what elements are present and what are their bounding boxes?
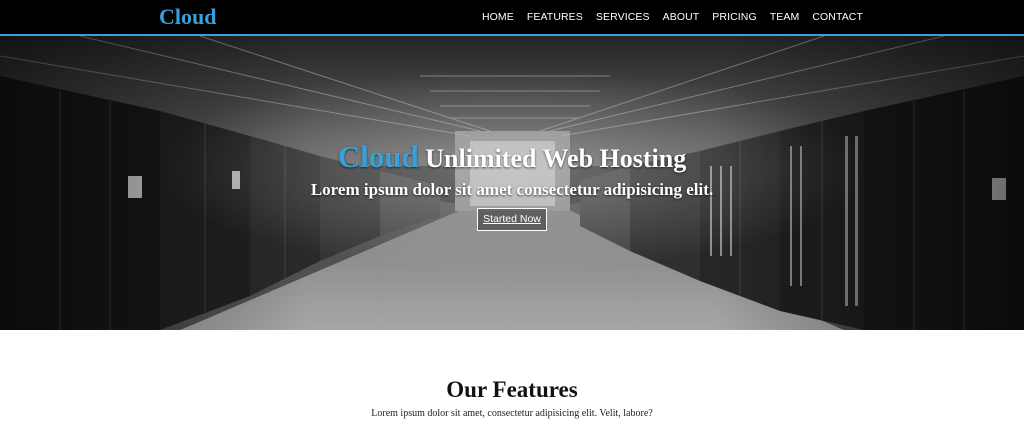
features-section: Our Features Lorem ipsum dolor sit amet,…: [0, 330, 1024, 425]
nav-link-services[interactable]: SERVICES: [596, 10, 650, 24]
nav-link-features[interactable]: FEATURES: [527, 10, 583, 24]
hero-title-rest: Unlimited Web Hosting: [425, 144, 687, 173]
navbar: Cloud HOME FEATURES SERVICES ABOUT PRICI…: [0, 0, 1024, 36]
nav-link-home[interactable]: HOME: [482, 10, 514, 24]
hero-subtitle: Lorem ipsum dolor sit amet consectetur a…: [310, 180, 714, 199]
features-heading: Our Features: [446, 377, 578, 402]
nav-links: HOME FEATURES SERVICES ABOUT PRICING TEA…: [482, 10, 863, 24]
nav-link-pricing[interactable]: PRICING: [712, 10, 756, 24]
brand-logo[interactable]: Cloud: [159, 4, 216, 30]
hero-title: Cloud Unlimited Web Hosting: [0, 140, 1024, 176]
hero-content: Cloud Unlimited Web Hosting Lorem ipsum …: [0, 140, 1024, 231]
hero-title-accent: Cloud: [337, 139, 419, 174]
get-started-button[interactable]: Started Now: [477, 208, 547, 231]
nav-link-about[interactable]: ABOUT: [663, 10, 700, 24]
features-description: Lorem ipsum dolor sit amet, consectetur …: [371, 408, 653, 419]
nav-link-contact[interactable]: CONTACT: [812, 10, 863, 24]
nav-link-team[interactable]: TEAM: [770, 10, 800, 24]
hero-section: Cloud Unlimited Web Hosting Lorem ipsum …: [0, 36, 1024, 330]
